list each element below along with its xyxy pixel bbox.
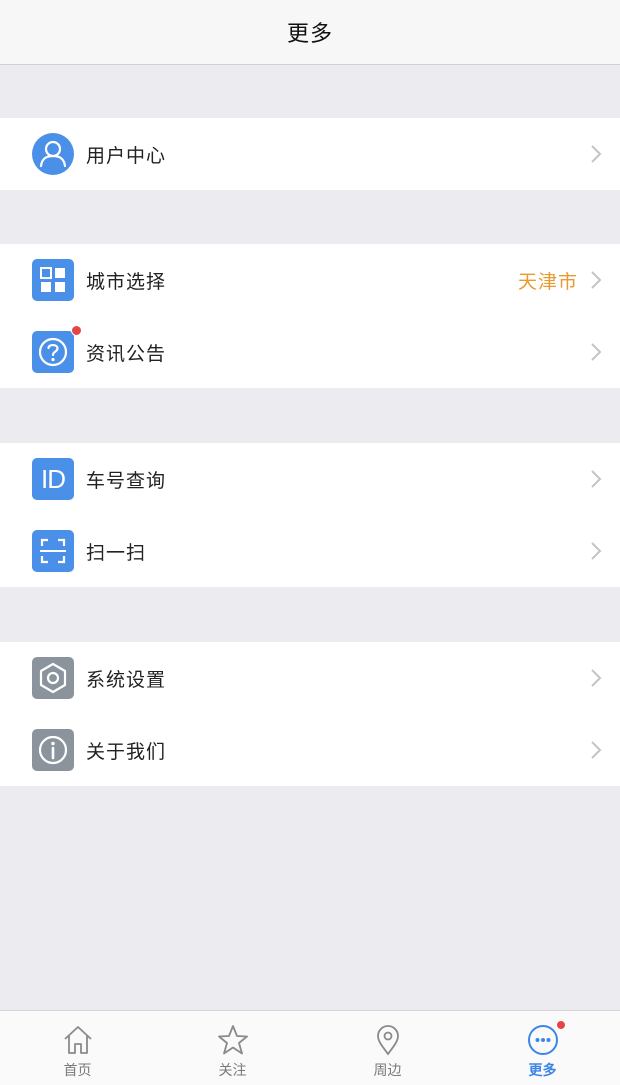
chevron-right-icon bbox=[591, 145, 602, 163]
scan-label: 扫一扫 bbox=[86, 541, 147, 564]
info-icon bbox=[32, 729, 74, 771]
more-tab-badge bbox=[555, 1020, 566, 1030]
chevron-right-icon bbox=[591, 669, 602, 687]
user-icon bbox=[32, 133, 74, 175]
bus-id-query-label: 车号查询 bbox=[86, 469, 167, 492]
row-city-select[interactable]: 城市选择 天津市 bbox=[0, 244, 620, 316]
city-select-label: 城市选择 bbox=[86, 270, 167, 293]
id-icon-text: ID bbox=[41, 463, 66, 494]
location-pin-icon bbox=[376, 1025, 399, 1056]
section-settings-about: 系统设置 关于我们 bbox=[0, 642, 620, 786]
tab-more[interactable]: 更多 bbox=[465, 1011, 620, 1085]
tab-nearby[interactable]: 周边 bbox=[310, 1011, 465, 1085]
tab-nearby-label: 周边 bbox=[373, 1063, 402, 1079]
tab-follow-label: 关注 bbox=[218, 1063, 247, 1079]
question-icon bbox=[32, 325, 82, 373]
section-user: 用户中心 bbox=[0, 118, 620, 190]
row-bus-id-query[interactable]: ID 车号查询 bbox=[0, 443, 620, 515]
section-query-scan: ID 车号查询 扫一扫 bbox=[0, 443, 620, 587]
chevron-right-icon bbox=[591, 271, 602, 289]
section-city-news: 城市选择 天津市 资讯公告 bbox=[0, 244, 620, 388]
about-label: 关于我们 bbox=[86, 740, 167, 763]
row-user-center[interactable]: 用户中心 bbox=[0, 118, 620, 190]
grid-icon bbox=[32, 259, 74, 301]
id-icon: ID bbox=[32, 458, 74, 500]
news-label: 资讯公告 bbox=[86, 342, 167, 365]
chevron-right-icon bbox=[591, 542, 602, 560]
page-title: 更多 bbox=[286, 22, 333, 47]
row-about[interactable]: 关于我们 bbox=[0, 714, 620, 786]
nav-bar: 更多 bbox=[0, 0, 620, 65]
current-city-value: 天津市 bbox=[517, 270, 578, 293]
row-news[interactable]: 资讯公告 bbox=[0, 316, 620, 388]
tab-more-label: 更多 bbox=[528, 1063, 557, 1079]
settings-label: 系统设置 bbox=[86, 668, 167, 691]
news-badge bbox=[71, 325, 82, 336]
home-icon bbox=[63, 1026, 92, 1054]
more-icon bbox=[527, 1025, 558, 1055]
tab-home[interactable]: 首页 bbox=[0, 1011, 155, 1085]
tab-follow[interactable]: 关注 bbox=[155, 1011, 310, 1085]
user-center-label: 用户中心 bbox=[86, 144, 167, 167]
chevron-right-icon bbox=[591, 343, 602, 361]
gear-icon bbox=[32, 657, 74, 699]
star-icon bbox=[217, 1025, 248, 1055]
chevron-right-icon bbox=[591, 741, 602, 759]
row-scan[interactable]: 扫一扫 bbox=[0, 515, 620, 587]
scan-icon bbox=[32, 530, 74, 572]
tab-home-label: 首页 bbox=[63, 1063, 92, 1079]
chevron-right-icon bbox=[591, 470, 602, 488]
row-settings[interactable]: 系统设置 bbox=[0, 642, 620, 714]
bottom-tab-bar: 首页 关注 周边 更多 bbox=[0, 1010, 620, 1085]
